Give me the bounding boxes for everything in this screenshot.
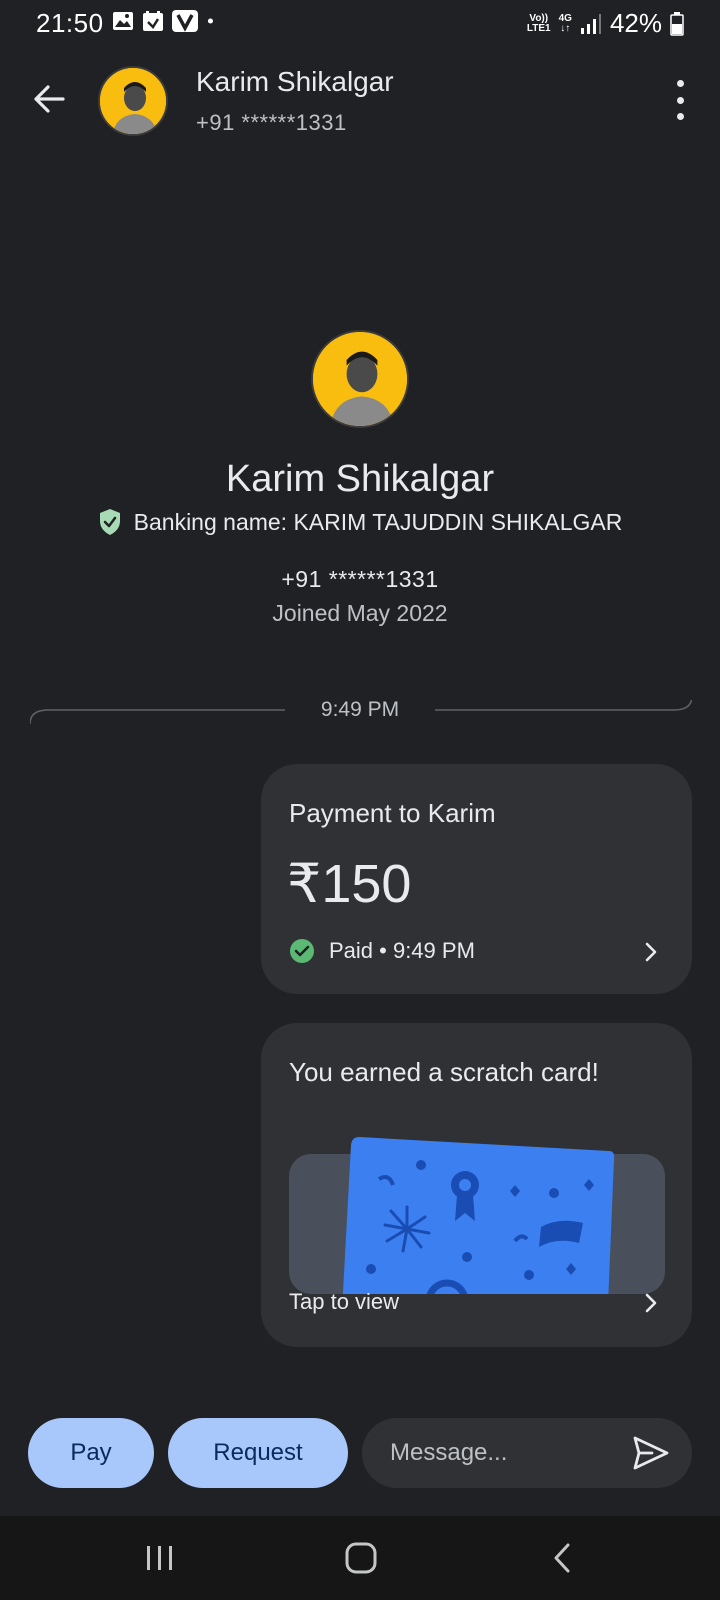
profile-phone: +91 ******1331 xyxy=(281,566,439,592)
dot-icon xyxy=(207,18,213,24)
notification-icons xyxy=(112,10,220,32)
contact-avatar[interactable] xyxy=(98,66,168,136)
message-composer xyxy=(362,1418,692,1488)
header-contact-phone: +91 ******1331 xyxy=(196,110,347,135)
tap-to-view-label: Tap to view xyxy=(289,1289,400,1314)
volte-bottom: LTE1 xyxy=(526,22,551,34)
scratch-card-image[interactable] xyxy=(289,1129,665,1295)
battery-icon xyxy=(670,11,684,36)
check-circle-icon xyxy=(290,939,314,963)
person-photo xyxy=(313,332,407,426)
chevron-right-icon xyxy=(645,1293,657,1313)
back-button[interactable] xyxy=(26,76,72,122)
chevron-left-icon xyxy=(554,1543,570,1573)
v-app-icon xyxy=(172,10,198,32)
more-dot xyxy=(676,96,684,104)
status-bar: 21:50 Vo)) LTE1 4G ↓↑ 42% xyxy=(0,0,720,46)
payment-status: Paid • 9:49 PM xyxy=(329,938,475,963)
nav-back-button[interactable] xyxy=(542,1538,582,1578)
recents-button[interactable] xyxy=(140,1538,180,1578)
banking-name-row: Banking name: KARIM TAJUDDIN SHIKALGAR xyxy=(0,508,720,536)
profile-name: Karim Shikalgar xyxy=(225,458,495,500)
battery-percent: 42% xyxy=(609,8,662,38)
status-right: Vo)) LTE1 4G ↓↑ 42% xyxy=(527,8,684,39)
payment-status-row: Paid • 9:49 PM xyxy=(289,938,475,964)
more-dot xyxy=(676,80,684,87)
banking-name: Banking name: KARIM TAJUDDIN SHIKALGAR xyxy=(133,508,623,535)
pay-button[interactable]: Pay xyxy=(28,1418,154,1488)
calendar-icon xyxy=(143,11,163,31)
status-time: 21:50 xyxy=(36,8,104,38)
verified-shield-icon xyxy=(99,509,120,535)
scratch-card-message[interactable]: You earned a scratch card! Tap to view xyxy=(261,1023,692,1347)
profile-avatar[interactable] xyxy=(311,330,409,428)
send-icon[interactable] xyxy=(632,1435,670,1471)
message-timestamp: 9:49 PM xyxy=(320,698,400,721)
payment-amount: ₹150 xyxy=(287,854,412,914)
joined-date: Joined May 2022 xyxy=(272,600,448,626)
home-button[interactable] xyxy=(341,1538,381,1578)
volte-top: Vo)) xyxy=(529,12,549,24)
chevron-right-icon xyxy=(645,942,657,962)
home-icon xyxy=(345,1542,377,1574)
arrow-back-icon xyxy=(34,85,65,113)
header-contact-name: Karim Shikalgar xyxy=(196,66,394,97)
message-input[interactable] xyxy=(390,1434,610,1472)
person-photo xyxy=(100,68,166,134)
gallery-icon xyxy=(113,12,133,30)
more-dot xyxy=(676,113,684,120)
network-arrows: ↓↑ xyxy=(560,22,571,34)
network-type: 4G xyxy=(558,12,572,24)
payment-card[interactable]: Payment to Karim ₹150 Paid • 9:49 PM xyxy=(261,764,692,994)
network-indicator: 4G ↓↑ xyxy=(558,12,572,34)
system-nav-bar xyxy=(0,1516,720,1600)
recents-icon xyxy=(147,1546,172,1570)
top-app-bar: Karim Shikalgar +91 ******1331 xyxy=(0,56,720,146)
volte-indicator: Vo)) LTE1 xyxy=(526,12,551,34)
scratch-card-icon xyxy=(341,1137,615,1294)
request-button[interactable]: Request xyxy=(168,1418,348,1488)
scratch-card-title: You earned a scratch card! xyxy=(289,1057,599,1087)
more-options-button[interactable] xyxy=(670,80,690,120)
signal-icon xyxy=(580,13,601,34)
payment-title: Payment to Karim xyxy=(289,798,496,828)
